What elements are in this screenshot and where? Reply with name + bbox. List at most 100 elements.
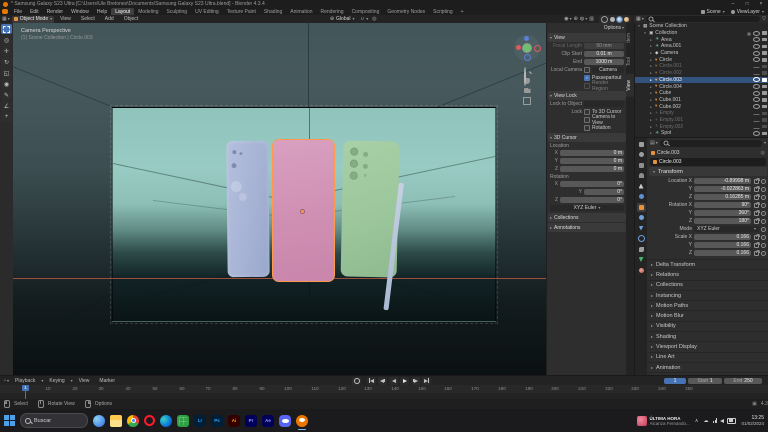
render-tab[interactable] bbox=[637, 150, 646, 159]
next-keyframe-button[interactable] bbox=[411, 376, 420, 385]
lock-icon[interactable] bbox=[754, 201, 760, 208]
onedrive-cloud-icon[interactable]: ☁ bbox=[703, 418, 708, 424]
cursor-loc-z-field[interactable]: 0 m bbox=[560, 166, 624, 172]
menu-file[interactable]: File bbox=[10, 9, 26, 15]
outliner-search-input[interactable] bbox=[645, 16, 761, 22]
tool-move[interactable]: ✛ bbox=[1, 46, 12, 56]
outliner-row-cube-002[interactable]: ▸ ▾ Cube.002 bbox=[635, 103, 768, 110]
snap-options-caret[interactable]: ▾ bbox=[366, 17, 368, 21]
view-section-header[interactable]: ▾ View bbox=[548, 33, 626, 42]
shading-material-button[interactable] bbox=[616, 15, 623, 23]
jump-to-end-button[interactable] bbox=[422, 376, 431, 385]
outliner-row-area-001[interactable]: ▸ ☀ Area.001 bbox=[635, 43, 768, 50]
zoom-view-icon[interactable] bbox=[524, 67, 530, 86]
lock-icon[interactable] bbox=[754, 209, 760, 216]
tool-rotate[interactable]: ↻ bbox=[1, 57, 12, 67]
cursor-rot-y-field[interactable]: 0° bbox=[584, 189, 624, 195]
sidebar-tab-item[interactable]: Item bbox=[626, 27, 634, 49]
view-layer-tab[interactable] bbox=[637, 171, 646, 180]
axis-x-negative[interactable] bbox=[516, 45, 521, 50]
render-region-checkbox[interactable] bbox=[584, 83, 590, 89]
lock-icon[interactable] bbox=[754, 249, 760, 256]
transform-panel-header[interactable]: ▾ Transform bbox=[649, 167, 767, 176]
lock-icon[interactable] bbox=[754, 217, 760, 224]
tool-annotate[interactable]: ✎ bbox=[1, 90, 12, 100]
taskbar-search[interactable]: Buscar bbox=[20, 413, 88, 428]
expand-caret[interactable]: ▾ bbox=[643, 31, 647, 35]
outliner-row-circle-001[interactable]: ▸ ▾ Circle.001 bbox=[635, 63, 768, 70]
taskbar-app-lightroom[interactable]: Lr bbox=[194, 414, 206, 427]
hide-eye-icon[interactable] bbox=[753, 84, 760, 90]
hide-eye-icon[interactable] bbox=[753, 118, 760, 122]
section-viewport-display[interactable]: ▸ Viewport Display bbox=[647, 341, 768, 352]
playhead[interactable]: 1 bbox=[22, 385, 29, 400]
rotation-mode-dropdown[interactable]: XYZ Euler ▾ bbox=[694, 226, 759, 232]
disable-render-icon[interactable] bbox=[762, 37, 767, 42]
taskbar-app-illustrator[interactable]: Ai bbox=[228, 414, 240, 427]
hide-eye-icon[interactable] bbox=[753, 97, 760, 103]
hide-eye-icon[interactable] bbox=[753, 125, 760, 129]
animate-dot-icon[interactable] bbox=[761, 194, 766, 200]
disable-render-icon[interactable] bbox=[762, 71, 767, 75]
current-frame-field[interactable]: 1 bbox=[664, 377, 687, 384]
section-collections[interactable]: ▸ Collections bbox=[647, 279, 768, 290]
timeline-view-menu[interactable]: View bbox=[75, 378, 94, 384]
prev-keyframe-button[interactable] bbox=[378, 376, 387, 385]
animate-dot-icon[interactable] bbox=[761, 210, 766, 216]
disable-render-icon[interactable] bbox=[762, 124, 767, 129]
keying-menu[interactable]: Keying bbox=[45, 378, 68, 384]
outliner-row-circle-004[interactable]: ▸ ▾ Circle.004 bbox=[635, 83, 768, 90]
properties-editor-type[interactable]: ▤ ▾ bbox=[650, 140, 658, 146]
editor-type-selector[interactable]: ▦ ▾ bbox=[2, 16, 10, 22]
axis-y-positive[interactable] bbox=[523, 44, 531, 52]
object-data-tab[interactable] bbox=[637, 255, 646, 264]
outliner-row-collection[interactable]: ▾ ▣ Collection ▦ bbox=[635, 30, 768, 37]
taskbar-app-discord[interactable] bbox=[279, 414, 291, 427]
outliner-row-scene-collection[interactable]: ▾ ▦ Scene Collection bbox=[635, 23, 768, 30]
disable-render-icon[interactable] bbox=[762, 78, 767, 82]
local-camera-checkbox[interactable] bbox=[584, 67, 590, 73]
menu-render[interactable]: Render bbox=[43, 9, 67, 15]
menu-object[interactable]: Object bbox=[120, 16, 142, 22]
location-y-field[interactable]: -0.022863 m bbox=[694, 186, 751, 192]
hide-eye-icon[interactable] bbox=[753, 57, 760, 63]
animate-dot-icon[interactable] bbox=[761, 250, 766, 256]
taskbar-app-photoshop[interactable]: Ps bbox=[211, 414, 223, 427]
section-delta-transform[interactable]: ▸ Delta Transform bbox=[647, 259, 768, 270]
play-button[interactable] bbox=[400, 376, 409, 385]
viewlayer-selector[interactable]: ViewLayer ▾ bbox=[730, 9, 764, 15]
section-shading[interactable]: ▸ Shading bbox=[647, 331, 768, 342]
menu-add[interactable]: Add bbox=[101, 16, 118, 22]
outliner-filter-icon[interactable]: ▽ bbox=[762, 16, 766, 22]
menu-edit[interactable]: Edit bbox=[26, 9, 43, 15]
axis-z-negative[interactable] bbox=[524, 54, 531, 61]
particles-tab[interactable] bbox=[637, 224, 646, 233]
jump-to-start-button[interactable] bbox=[367, 376, 376, 385]
tool-scale[interactable]: ◱ bbox=[1, 68, 12, 78]
cursor-euler-dropdown[interactable]: XYZ Euler ▾ bbox=[550, 205, 624, 211]
outliner-row-circle-002[interactable]: ▸ ▾ Circle.002 bbox=[635, 70, 768, 77]
blender-menu-logo-icon[interactable] bbox=[2, 9, 8, 14]
sidebar-tab-tool[interactable]: Tool bbox=[626, 50, 634, 72]
rotation-x-field[interactable]: 90° bbox=[694, 202, 751, 208]
timeline-editor-type[interactable]: ◔ ▾ bbox=[3, 378, 9, 384]
mode-selector[interactable]: Object Mode ▾ bbox=[11, 15, 55, 23]
close-button[interactable]: × bbox=[754, 1, 768, 7]
scene-selector[interactable]: Scene ▾ bbox=[700, 9, 725, 15]
hide-eye-icon[interactable] bbox=[753, 43, 760, 49]
lock-to-3d-cursor-checkbox[interactable] bbox=[584, 109, 590, 115]
rotation-y-field[interactable]: 360° bbox=[694, 210, 751, 216]
axis-x-positive[interactable] bbox=[534, 45, 541, 52]
shading-wireframe-button[interactable] bbox=[601, 15, 608, 23]
phone-pink-selected[interactable] bbox=[272, 139, 335, 282]
hide-eye-icon[interactable] bbox=[753, 77, 760, 83]
physics-tab[interactable] bbox=[637, 234, 646, 243]
clip-end-field[interactable]: 1000 m bbox=[584, 59, 624, 65]
world-tab[interactable] bbox=[637, 192, 646, 201]
playback-menu[interactable]: Playback bbox=[11, 378, 39, 384]
animate-dot-icon[interactable] bbox=[761, 202, 766, 208]
taskbar-app-file-explorer[interactable] bbox=[110, 414, 122, 427]
tool-cursor[interactable]: ◎ bbox=[1, 35, 12, 45]
disable-render-icon[interactable] bbox=[762, 118, 767, 122]
hide-eye-icon[interactable] bbox=[753, 130, 760, 136]
